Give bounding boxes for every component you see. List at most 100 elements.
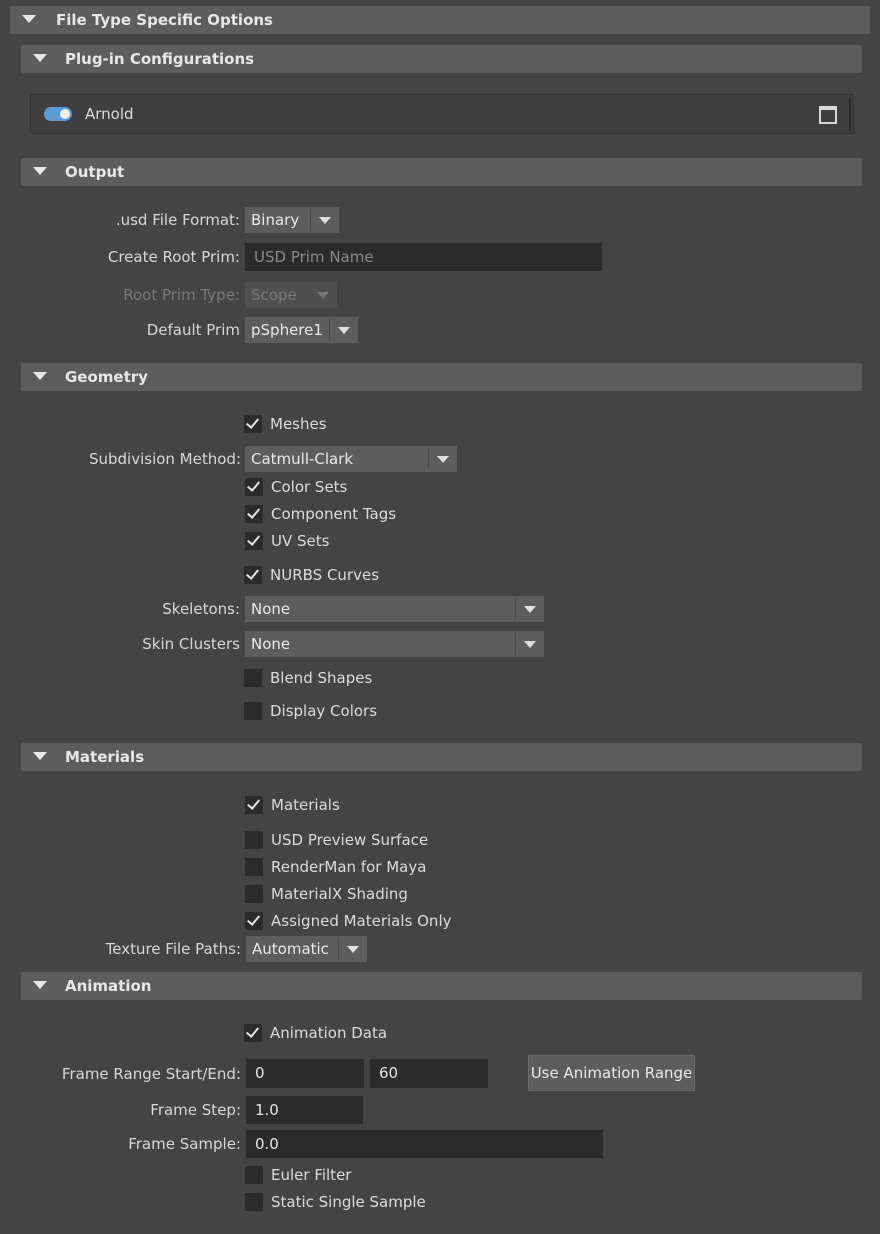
file-format-dropdown[interactable]: Binary (245, 207, 339, 233)
animation-data-checkbox[interactable] (244, 1024, 262, 1042)
skeletons-label: Skeletons: (162, 600, 240, 618)
collapse-triangle-icon (33, 981, 47, 989)
section-header-geometry[interactable]: Geometry (21, 363, 862, 391)
frame-range-label: Frame Range Start/End: (61, 1065, 241, 1083)
materialx-label: MaterialX Shading (271, 885, 408, 903)
blend-shapes-label: Blend Shapes (270, 669, 373, 687)
component-tags-label: Component Tags (271, 505, 397, 523)
collapse-triangle-icon (33, 752, 47, 760)
maximize-icon[interactable] (819, 106, 837, 124)
static-single-sample-label: Static Single Sample (271, 1193, 426, 1211)
dropdown-value: None (251, 600, 291, 618)
dropdown-separator (515, 633, 516, 655)
placeholder-text: USD Prim Name (254, 248, 374, 266)
section-header-animation[interactable]: Animation (21, 972, 862, 1000)
materials-label: Materials (271, 796, 340, 814)
dropdown-separator (310, 209, 311, 231)
frame-step-input[interactable]: 1.0 (246, 1096, 363, 1124)
renderman-checkbox[interactable] (245, 858, 263, 876)
input-value: 1.0 (255, 1101, 279, 1119)
chevron-down-icon (338, 327, 350, 334)
collapse-triangle-icon (22, 15, 36, 23)
default-prim-label: Default Prim (146, 321, 240, 339)
chevron-down-icon (524, 641, 536, 648)
texture-file-paths-dropdown[interactable]: Automatic (246, 936, 367, 962)
frame-end-input[interactable]: 60 (370, 1059, 488, 1088)
default-prim-dropdown[interactable]: pSphere1 (245, 317, 358, 343)
display-colors-checkbox[interactable] (244, 702, 262, 720)
section-title: Materials (65, 748, 145, 766)
use-animation-range-button[interactable]: Use Animation Range (528, 1055, 695, 1091)
display-colors-label: Display Colors (270, 702, 378, 720)
frame-sample-input[interactable]: 0.0 (246, 1130, 603, 1158)
blend-shapes-checkbox[interactable] (244, 669, 262, 687)
root-prim-input[interactable]: USD Prim Name (245, 243, 602, 271)
usd-preview-surface-checkbox[interactable] (245, 831, 263, 849)
meshes-checkbox[interactable] (244, 415, 262, 433)
collapse-triangle-icon (33, 372, 47, 380)
uv-sets-label: UV Sets (271, 532, 330, 550)
frame-start-input[interactable]: 0 (246, 1059, 364, 1088)
dropdown-value: None (251, 635, 291, 653)
assigned-materials-only-label: Assigned Materials Only (271, 912, 452, 930)
frame-sample-label: Frame Sample: (128, 1135, 241, 1153)
static-single-sample-checkbox[interactable] (245, 1193, 263, 1211)
dropdown-separator (329, 319, 330, 341)
section-title: Animation (65, 977, 152, 995)
materialx-checkbox[interactable] (245, 885, 263, 903)
collapse-triangle-icon (33, 167, 47, 175)
materials-checkbox[interactable] (245, 796, 263, 814)
chevron-down-icon (319, 217, 331, 224)
file-format-label: .usd File Format: (115, 211, 240, 229)
input-value: 60 (379, 1064, 399, 1082)
collapse-triangle-icon (33, 54, 47, 62)
skin-clusters-dropdown[interactable]: None (245, 631, 544, 657)
dropdown-separator (515, 598, 516, 620)
component-tags-checkbox[interactable] (245, 505, 263, 523)
toggle-knob (60, 109, 70, 119)
arnold-toggle[interactable] (44, 107, 72, 121)
dropdown-separator (428, 448, 429, 470)
assigned-materials-only-checkbox[interactable] (245, 912, 263, 930)
chevron-down-icon (524, 606, 536, 613)
nurbs-curves-label: NURBS Curves (270, 566, 380, 584)
color-sets-checkbox[interactable] (245, 478, 263, 496)
chevron-down-icon (317, 292, 329, 299)
skeletons-dropdown[interactable]: None (245, 596, 544, 622)
skin-clusters-label: Skin Clusters (142, 635, 240, 653)
section-title: Output (65, 163, 125, 181)
animation-data-label: Animation Data (270, 1024, 388, 1042)
row-divider (849, 97, 851, 131)
dropdown-value: Automatic (252, 940, 329, 958)
subdivision-method-dropdown[interactable]: Catmull-Clark (245, 446, 457, 472)
plugin-row-arnold: Arnold (30, 94, 854, 134)
dropdown-value: Scope (251, 286, 297, 304)
input-value: 0 (255, 1064, 265, 1082)
euler-filter-checkbox[interactable] (245, 1166, 263, 1184)
section-header-file-type-options[interactable]: File Type Specific Options (10, 6, 870, 34)
euler-filter-label: Euler Filter (271, 1166, 352, 1184)
section-header-plugin-config[interactable]: Plug-in Configurations (21, 45, 862, 73)
root-prim-label: Create Root Prim: (107, 248, 240, 266)
chevron-down-icon (347, 946, 359, 953)
section-title: Plug-in Configurations (65, 50, 255, 68)
dropdown-separator (338, 938, 339, 960)
section-header-materials[interactable]: Materials (21, 743, 862, 771)
dropdown-value: Catmull-Clark (251, 450, 354, 468)
dropdown-value: Binary (251, 211, 300, 229)
uv-sets-checkbox[interactable] (245, 532, 263, 550)
renderman-label: RenderMan for Maya (271, 858, 427, 876)
input-value: 0.0 (255, 1135, 279, 1153)
root-prim-type-dropdown[interactable]: Scope (245, 282, 337, 308)
root-prim-type-label: Root Prim Type: (123, 286, 240, 304)
meshes-label: Meshes (270, 415, 327, 433)
usd-preview-surface-label: USD Preview Surface (271, 831, 429, 849)
frame-step-label: Frame Step: (150, 1101, 241, 1119)
section-title: Geometry (65, 368, 148, 386)
nurbs-curves-checkbox[interactable] (244, 566, 262, 584)
arnold-label: Arnold (85, 105, 134, 123)
section-header-output[interactable]: Output (21, 158, 862, 186)
section-title: File Type Specific Options (56, 11, 273, 29)
chevron-down-icon (437, 456, 449, 463)
subdivision-method-label: Subdivision Method: (88, 450, 241, 468)
